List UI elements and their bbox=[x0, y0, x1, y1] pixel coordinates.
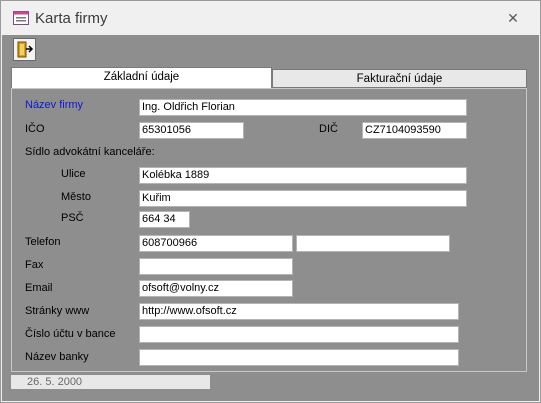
ico-field[interactable]: 65301056 bbox=[139, 122, 244, 139]
stranky-label: Stránky www bbox=[25, 305, 90, 317]
stranky-field[interactable]: http://www.ofsoft.cz bbox=[139, 303, 459, 320]
door-exit-icon bbox=[17, 41, 34, 58]
karta-firmy-window: Karta firmy ✕ Základní údaje Fakturační … bbox=[0, 0, 541, 403]
dic-label: DIČ bbox=[319, 123, 338, 135]
email-field[interactable]: ofsoft@volny.cz bbox=[139, 280, 293, 297]
nazev-banky-label: Název banky bbox=[25, 351, 89, 363]
telefon-label: Telefon bbox=[25, 236, 61, 248]
telefon-2-field[interactable] bbox=[296, 235, 450, 252]
nazev-firmy-field[interactable]: Ing. Oldřich Florian bbox=[139, 99, 467, 116]
sidlo-heading: Sídlo advokátní kanceláře: bbox=[25, 146, 155, 158]
psc-label: PSČ bbox=[61, 212, 84, 224]
psc-field[interactable]: 664 34 bbox=[139, 211, 190, 228]
dic-field[interactable]: CZ7104093590 bbox=[362, 122, 467, 139]
tab-zakladni-udaje[interactable]: Základní údaje bbox=[11, 67, 272, 89]
ulice-label: Ulice bbox=[61, 168, 86, 180]
fax-field[interactable] bbox=[139, 258, 293, 275]
tab-fakturacni-udaje[interactable]: Fakturační údaje bbox=[272, 69, 527, 88]
ulice-field[interactable]: Kolébka 1889 bbox=[139, 167, 467, 184]
email-label: Email bbox=[25, 282, 53, 294]
ico-label: IČO bbox=[25, 123, 45, 135]
tab-label: Fakturační údaje bbox=[356, 73, 443, 85]
form-icon bbox=[13, 11, 29, 25]
window-title: Karta firmy bbox=[35, 10, 108, 27]
status-date: 26. 5. 2000 bbox=[11, 375, 210, 389]
cislo-uctu-label: Číslo účtu v bance bbox=[25, 328, 116, 340]
fax-label: Fax bbox=[25, 259, 44, 271]
tab-label: Základní údaje bbox=[103, 71, 180, 83]
title-bar: Karta firmy ✕ bbox=[1, 1, 540, 35]
exit-button[interactable] bbox=[13, 38, 36, 61]
mesto-field[interactable]: Kuřim bbox=[139, 190, 467, 207]
close-button[interactable]: ✕ bbox=[499, 7, 527, 29]
nazev-firmy-label: Název firmy bbox=[25, 99, 84, 111]
nazev-banky-field[interactable] bbox=[139, 349, 459, 366]
telefon-field[interactable]: 608700966 bbox=[139, 235, 293, 252]
cislo-uctu-field[interactable] bbox=[139, 326, 459, 343]
close-icon: ✕ bbox=[507, 10, 519, 26]
mesto-label: Město bbox=[61, 191, 91, 203]
